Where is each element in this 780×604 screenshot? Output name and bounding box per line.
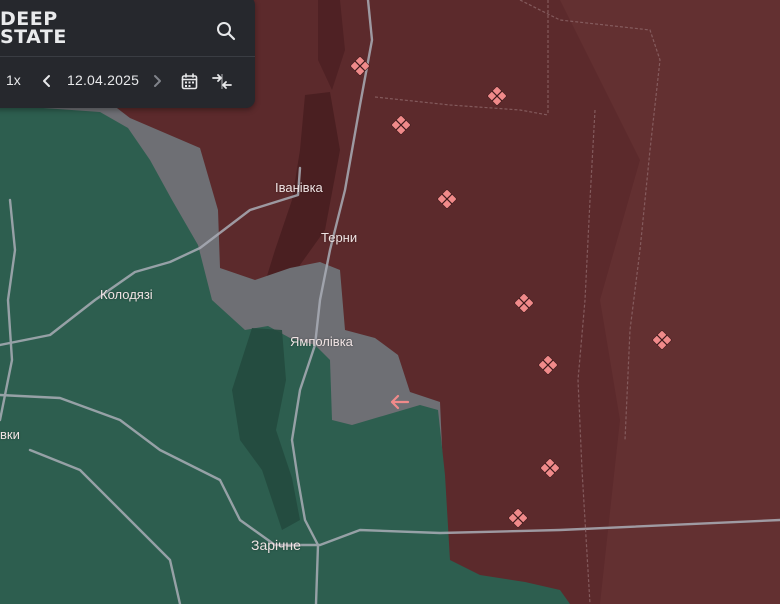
playback-speed-button[interactable]: 1x	[6, 72, 21, 88]
compare-arrows-icon	[212, 74, 232, 89]
search-icon	[217, 22, 236, 41]
next-date-button[interactable]	[149, 73, 165, 89]
calendar-button[interactable]	[181, 73, 198, 90]
search-button[interactable]	[215, 20, 237, 42]
chevron-left-icon	[43, 75, 50, 87]
compare-button[interactable]	[212, 73, 232, 90]
chevron-right-icon	[154, 75, 161, 87]
date-display[interactable]: 12.04.2025	[67, 72, 139, 88]
calendar-icon	[181, 73, 198, 90]
previous-date-button[interactable]	[39, 73, 55, 89]
app-logo[interactable]: DEEP STATE	[0, 10, 67, 47]
toolbar-divider	[0, 56, 255, 57]
toolbar-panel: DEEP STATE 1x 12.04.2025	[0, 0, 255, 108]
